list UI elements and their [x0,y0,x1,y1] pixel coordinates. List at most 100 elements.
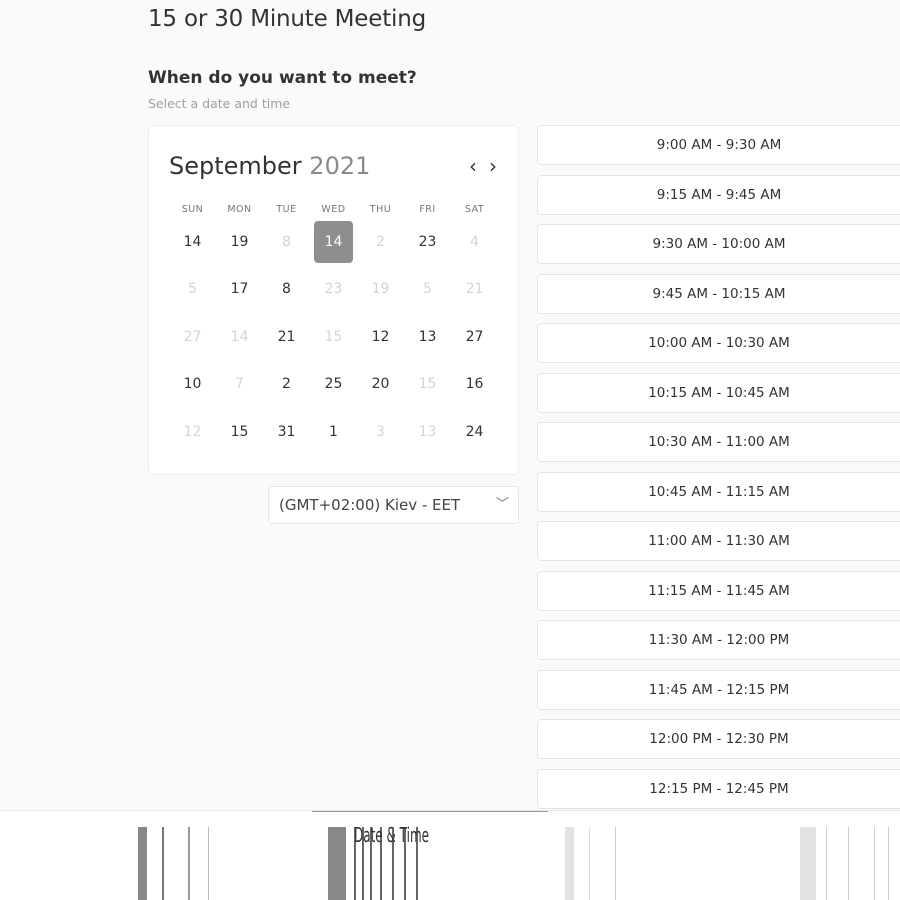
calendar-day: 21 [451,266,498,314]
calendar-day-number: 13 [418,423,437,440]
weekday-label: MON [227,204,252,215]
calendar-day-number: 4 [470,233,479,250]
tab-details[interactable] [565,827,625,900]
weekday-label: TUE [276,204,297,215]
calendar-day-number: 10 [183,376,202,393]
calendar-day-number: 16 [465,376,484,393]
weekday-label: WED [321,204,346,215]
timezone-select[interactable]: (GMT+02:00) Kiev - EET ﹀ [268,486,519,524]
calendar-day-number: 27 [465,328,484,345]
calendar-day[interactable]: 17 [216,266,263,314]
calendar-year: 2021 [309,152,371,180]
calendar-day-number: 15 [324,328,343,345]
calendar-day-number: 23 [324,281,343,298]
calendar-day[interactable]: 23 [404,218,451,266]
calendar-day[interactable]: 12 [357,313,404,361]
calendar-day-number: 15 [230,423,249,440]
calendar-day[interactable]: 20 [357,361,404,409]
time-slot-button[interactable]: 9:45 AM - 10:15 AM [537,273,900,314]
calendar-day[interactable]: 8 [263,266,310,314]
calendar-day-number: 31 [277,423,296,440]
calendar-day-number: 25 [324,376,343,393]
calendar-day-number: 1 [329,423,338,440]
time-slot-button[interactable]: 11:45 AM - 12:15 PM [537,669,900,710]
calendar-day-number: 19 [230,233,249,250]
time-slot-button[interactable]: 12:15 PM - 12:45 PM [537,768,900,809]
calendar-day-selected[interactable]: 14 [310,218,357,266]
calendar-day-number: 14 [183,233,202,250]
calendar-day[interactable]: 13 [404,313,451,361]
time-slot-button[interactable]: 11:15 AM - 11:45 AM [537,570,900,611]
calendar-day-number: 20 [371,376,390,393]
calendar-day[interactable]: 19 [216,218,263,266]
tab-confirm[interactable] [800,827,900,900]
tab-date-time-label: Date & Time [354,823,430,847]
chevron-down-icon: ﹀ [495,497,509,512]
calendar-day-number: 27 [183,328,202,345]
calendar-day-number: 5 [423,281,432,298]
calendar-day-number: 14 [314,220,353,263]
calendar-day-number: 12 [183,423,202,440]
calendar-day-number: 5 [188,281,197,298]
calendar-grid: SUN MON TUE WED THU FRI SAT 14 19 8 14 2 23 4 5 17 8 23 19… [169,204,499,456]
time-slot-button[interactable]: 10:30 AM - 11:00 AM [537,422,900,462]
time-slot-button[interactable]: 11:30 AM - 12:00 PM [537,620,900,660]
calendar-day[interactable]: 16 [451,361,498,409]
calendar-day: 2 [357,218,404,266]
calendar-day: 7 [216,361,263,409]
weekday-label: FRI [419,204,436,215]
time-slot-button[interactable]: 9:15 AM - 9:45 AM [537,174,900,215]
calendar-day: 27 [169,313,216,361]
calendar-day-number: 17 [230,281,249,298]
calendar-day: 3 [357,408,404,456]
active-tab-indicator [312,811,548,812]
calendar-day: 15 [404,361,451,409]
time-slot-button[interactable]: 9:00 AM - 9:30 AM [537,125,900,165]
calendar-day-number: 23 [418,233,437,250]
calendar-day: 13 [404,408,451,456]
time-slot-list: 9:00 AM - 9:30 AM 9:15 AM - 9:45 AM 9:30 A… [537,125,900,818]
calendar-day[interactable]: 24 [451,408,498,456]
bottom-tab-bar: Date & Time [0,810,900,900]
chevron-right-icon[interactable]: › [489,154,497,178]
calendar-day: 5 [404,266,451,314]
time-slot-button[interactable]: 9:30 AM - 10:00 AM [537,224,900,264]
time-slot-button[interactable]: 10:00 AM - 10:30 AM [537,323,900,363]
timezone-value: (GMT+02:00) Kiev - EET [279,496,461,514]
time-slot-button[interactable]: 12:00 PM - 12:30 PM [537,719,900,759]
calendar-day-number: 12 [371,328,390,345]
calendar-day[interactable]: 21 [263,313,310,361]
calendar-day: 19 [357,266,404,314]
calendar-day-number: 21 [465,281,484,298]
time-slot-button[interactable]: 10:45 AM - 11:15 AM [537,471,900,512]
calendar-day: 5 [169,266,216,314]
section-hint: Select a date and time [148,96,291,111]
calendar-day: 8 [263,218,310,266]
calendar-day[interactable]: 2 [263,361,310,409]
time-slot-button[interactable]: 10:15 AM - 10:45 AM [537,372,900,413]
calendar-day-number: 8 [282,233,291,250]
calendar-day-number: 7 [235,376,244,393]
calendar-month-year: September 2021 [169,152,370,180]
page-title: 15 or 30 Minute Meeting [148,6,426,32]
calendar-day-number: 14 [230,328,249,345]
calendar-day: 14 [216,313,263,361]
calendar-day[interactable]: 1 [310,408,357,456]
calendar-day-number: 2 [282,376,291,393]
calendar-day[interactable]: 25 [310,361,357,409]
chevron-left-icon[interactable]: ‹ [469,154,477,178]
calendar: September 2021 ‹ › SUN MON TUE WED THU FRI SAT… [148,125,519,475]
calendar-day[interactable]: 27 [451,313,498,361]
calendar-day[interactable]: 15 [216,408,263,456]
tab-meeting[interactable] [138,827,228,900]
time-slot-button[interactable]: 11:00 AM - 11:30 AM [537,521,900,561]
section-heading: When do you want to meet? [148,68,417,88]
calendar-day[interactable]: 10 [169,361,216,409]
calendar-day: 12 [169,408,216,456]
calendar-day[interactable]: 31 [263,408,310,456]
weekday-label: SUN [181,204,204,215]
calendar-day[interactable]: 14 [169,218,216,266]
calendar-day-number: 13 [418,328,437,345]
weekday-label: THU [369,204,392,215]
calendar-day-number: 24 [465,423,484,440]
